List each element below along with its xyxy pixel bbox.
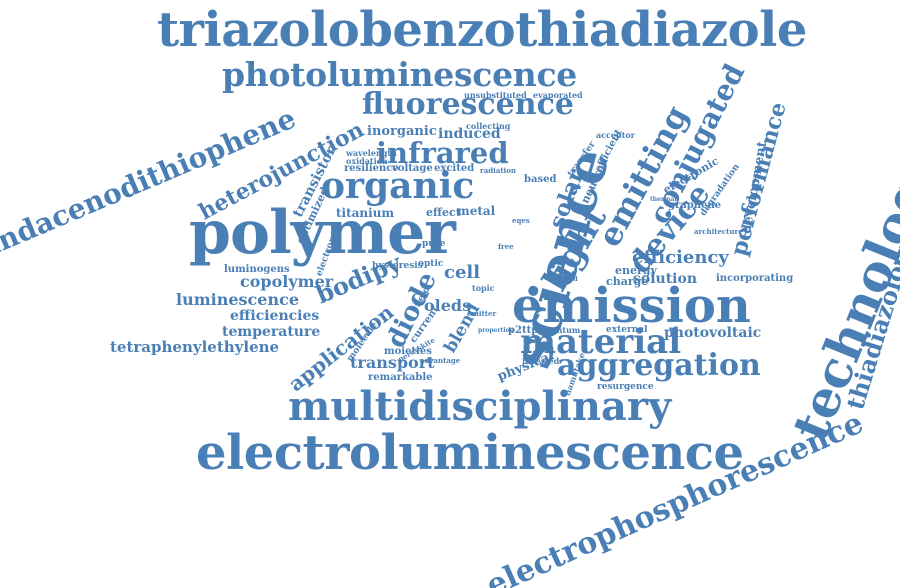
word: titanium xyxy=(336,206,395,220)
word: luminogens xyxy=(224,264,290,275)
word: excited xyxy=(434,163,475,174)
word: aggregation xyxy=(557,348,761,383)
word: triazolobenzothiadiazole xyxy=(157,2,807,58)
word: photovoltaic xyxy=(664,325,762,341)
word: thermal xyxy=(650,196,677,203)
word: evaporated xyxy=(533,90,583,100)
word: tetraphenylethylene xyxy=(110,338,280,356)
word: unsubstituted xyxy=(464,90,527,100)
word: quantum xyxy=(540,325,581,335)
word: temperature xyxy=(222,324,321,340)
word: hybrid xyxy=(556,276,578,283)
word-cloud: triazolobenzothiadiazole photoluminescen… xyxy=(0,0,900,588)
word: free xyxy=(498,242,514,251)
word: properties xyxy=(478,327,513,334)
word: voltage xyxy=(392,163,433,174)
word: metal xyxy=(457,204,496,218)
word: incorporating xyxy=(716,273,794,284)
word: cell xyxy=(444,262,481,283)
word: advantage xyxy=(420,356,461,365)
word: external xyxy=(606,325,648,335)
word: emitter xyxy=(467,309,497,318)
word: remarkable xyxy=(368,372,433,383)
word: multidisciplinary xyxy=(288,383,672,430)
word: inverted xyxy=(522,356,560,366)
word: inorganic xyxy=(367,124,437,139)
word: topic xyxy=(472,283,495,293)
word: eqes xyxy=(512,216,530,225)
word: based xyxy=(524,174,557,185)
word: charge xyxy=(606,275,649,288)
word: oxidation xyxy=(346,156,388,166)
word: effect xyxy=(426,206,461,219)
word: pure xyxy=(422,239,446,249)
word: hysteresis xyxy=(372,261,423,271)
word: electroluminescence xyxy=(196,425,744,481)
word: architecture xyxy=(694,227,743,236)
word: luminescence xyxy=(176,290,300,309)
word: resurgence xyxy=(597,382,654,392)
word: efficiencies xyxy=(230,308,320,324)
word: optic xyxy=(418,259,444,269)
word: copolymer xyxy=(240,272,334,291)
word: collecting xyxy=(466,121,511,131)
word: radiation xyxy=(480,166,516,175)
